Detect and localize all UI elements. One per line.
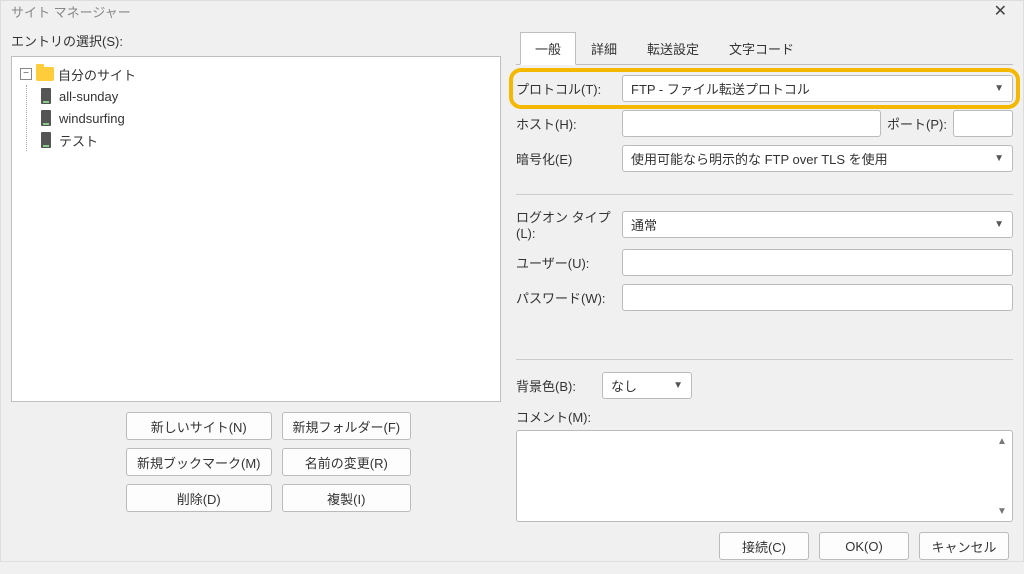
tree-root-label: 自分のサイト bbox=[58, 65, 136, 84]
bgcolor-label: 背景色(B): bbox=[516, 376, 596, 395]
tab-advanced[interactable]: 詳細 bbox=[576, 32, 632, 65]
protocol-value: FTP - ファイル転送プロトコル bbox=[631, 79, 810, 98]
separator bbox=[516, 359, 1013, 360]
cancel-button[interactable]: キャンセル bbox=[919, 532, 1009, 560]
connect-button[interactable]: 接続(C) bbox=[719, 532, 809, 560]
tab-transfer[interactable]: 転送設定 bbox=[632, 32, 714, 65]
ok-button[interactable]: OK(O) bbox=[819, 532, 909, 560]
logon-type-label: ログオン タイプ(L): bbox=[516, 207, 616, 241]
chevron-down-icon: ▼ bbox=[673, 380, 683, 391]
protocol-label: プロトコル(T): bbox=[516, 79, 616, 98]
host-label: ホスト(H): bbox=[516, 114, 616, 133]
encryption-label: 暗号化(E) bbox=[516, 149, 616, 168]
logon-type-select[interactable]: 通常 ▼ bbox=[622, 211, 1013, 238]
right-panel: 一般 詳細 転送設定 文字コード プロトコル(T): FTP - ファイル転送プ… bbox=[516, 31, 1013, 522]
scroll-down-icon[interactable]: ▼ bbox=[994, 503, 1010, 519]
tab-general[interactable]: 一般 bbox=[520, 32, 576, 65]
password-input[interactable] bbox=[622, 284, 1013, 311]
server-icon bbox=[41, 132, 51, 148]
tree-item[interactable]: all-sunday bbox=[35, 85, 496, 107]
entry-select-label: エントリの選択(S): bbox=[11, 31, 501, 50]
encryption-select[interactable]: 使用可能なら明示的な FTP over TLS を使用 ▼ bbox=[622, 145, 1013, 172]
window-title: サイト マネージャー bbox=[11, 2, 131, 21]
tree-root[interactable]: − 自分のサイト bbox=[16, 63, 496, 85]
tree-item-label: windsurfing bbox=[59, 111, 125, 126]
user-input[interactable] bbox=[622, 249, 1013, 276]
chevron-down-icon: ▼ bbox=[994, 219, 1004, 230]
logon-type-value: 通常 bbox=[631, 215, 657, 234]
comment-label: コメント(M): bbox=[516, 407, 1013, 426]
tab-general-body: プロトコル(T): FTP - ファイル転送プロトコル ▼ ホスト(H): ポー… bbox=[516, 64, 1013, 522]
duplicate-button[interactable]: 複製(I) bbox=[282, 484, 412, 512]
host-input[interactable] bbox=[622, 110, 881, 137]
left-panel: エントリの選択(S): − 自分のサイト all-sunday windsurf… bbox=[11, 31, 501, 522]
protocol-select[interactable]: FTP - ファイル転送プロトコル ▼ bbox=[622, 75, 1013, 102]
tab-bar: 一般 詳細 転送設定 文字コード bbox=[516, 31, 1013, 64]
tree-item-label: テスト bbox=[59, 131, 98, 150]
chevron-down-icon: ▼ bbox=[994, 83, 1004, 94]
folder-icon bbox=[36, 67, 54, 81]
server-icon bbox=[41, 110, 51, 126]
content-area: エントリの選択(S): − 自分のサイト all-sunday windsurf… bbox=[1, 21, 1023, 522]
bgcolor-value: なし bbox=[611, 376, 637, 395]
close-icon[interactable]: ✕ bbox=[988, 1, 1013, 21]
new-folder-button[interactable]: 新規フォルダー(F) bbox=[282, 412, 412, 440]
rename-button[interactable]: 名前の変更(R) bbox=[282, 448, 412, 476]
port-label: ポート(P): bbox=[887, 114, 947, 133]
separator bbox=[516, 194, 1013, 195]
scroll-up-icon[interactable]: ▲ bbox=[994, 433, 1010, 449]
tree-item-label: all-sunday bbox=[59, 89, 118, 104]
tab-charset[interactable]: 文字コード bbox=[714, 32, 809, 65]
protocol-highlight: プロトコル(T): FTP - ファイル転送プロトコル ▼ bbox=[509, 68, 1020, 109]
new-bookmark-button[interactable]: 新規ブックマーク(M) bbox=[126, 448, 272, 476]
comment-textarea[interactable]: ▲ ▼ bbox=[516, 430, 1013, 522]
titlebar: サイト マネージャー ✕ bbox=[1, 1, 1023, 21]
delete-button[interactable]: 削除(D) bbox=[126, 484, 272, 512]
tree-item[interactable]: windsurfing bbox=[35, 107, 496, 129]
site-tree[interactable]: − 自分のサイト all-sunday windsurfing bbox=[11, 56, 501, 402]
bgcolor-select[interactable]: なし ▼ bbox=[602, 372, 692, 399]
dialog-footer: 接続(C) OK(O) キャンセル bbox=[1, 522, 1023, 574]
password-label: パスワード(W): bbox=[516, 288, 616, 307]
server-icon bbox=[41, 88, 51, 104]
new-site-button[interactable]: 新しいサイト(N) bbox=[126, 412, 272, 440]
left-button-grid: 新しいサイト(N) 新規フォルダー(F) 新規ブックマーク(M) 名前の変更(R… bbox=[11, 402, 411, 522]
collapse-icon[interactable]: − bbox=[20, 68, 32, 80]
site-manager-dialog: サイト マネージャー ✕ エントリの選択(S): − 自分のサイト all-su… bbox=[0, 0, 1024, 562]
tree-item[interactable]: テスト bbox=[35, 129, 496, 151]
port-input[interactable] bbox=[953, 110, 1013, 137]
encryption-value: 使用可能なら明示的な FTP over TLS を使用 bbox=[631, 149, 888, 168]
user-label: ユーザー(U): bbox=[516, 253, 616, 272]
chevron-down-icon: ▼ bbox=[994, 153, 1004, 164]
tree-children: all-sunday windsurfing テスト bbox=[26, 85, 496, 151]
